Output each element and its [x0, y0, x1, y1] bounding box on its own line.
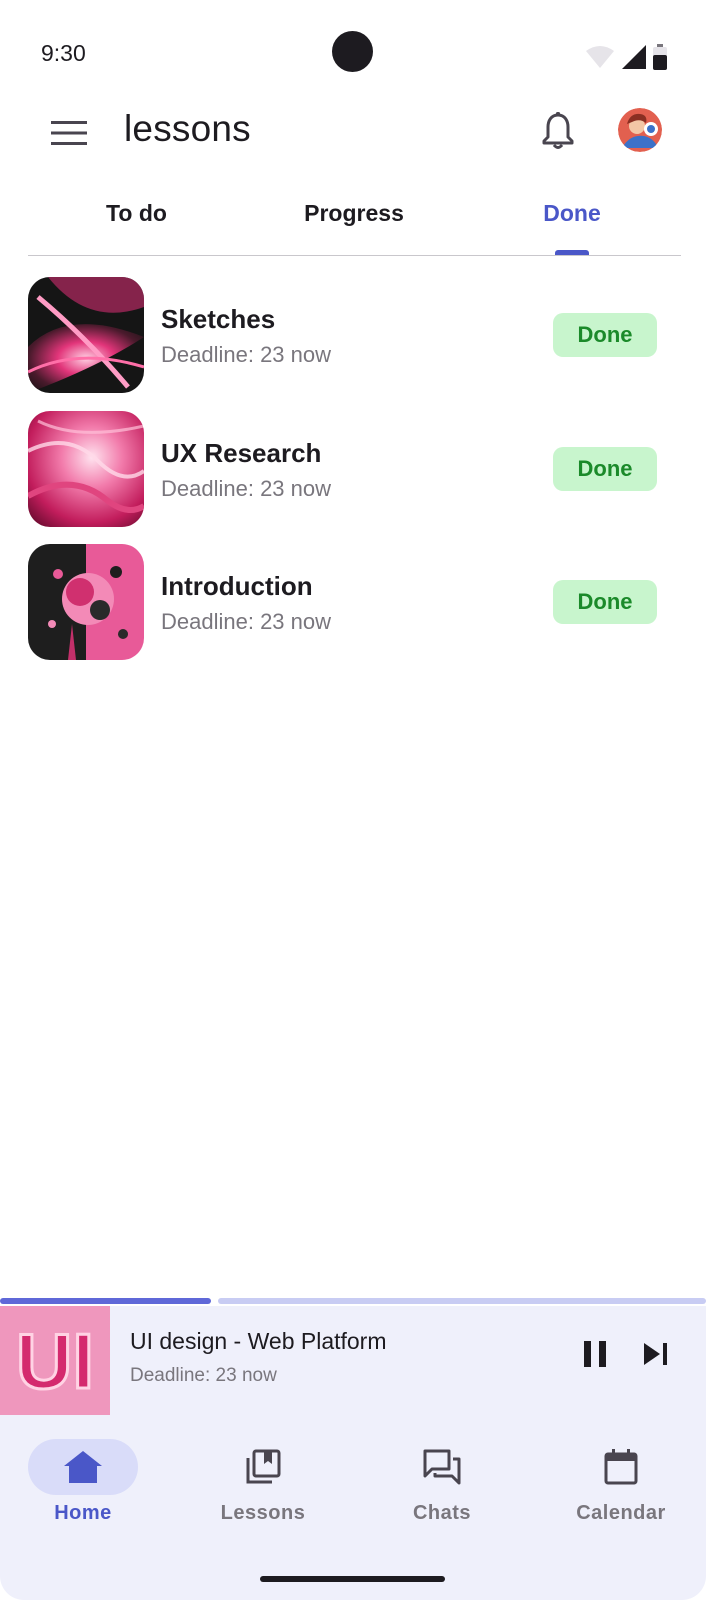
notifications-button[interactable]: [536, 108, 580, 154]
nav-item-home[interactable]: Home: [0, 1415, 171, 1535]
progress-track: [218, 1298, 706, 1304]
status-badge: Done: [553, 313, 657, 357]
player-deadline: Deadline: 23 now: [130, 1365, 277, 1386]
nav-item-lessons[interactable]: Lessons: [175, 1415, 351, 1535]
tab-to-do[interactable]: To do: [28, 190, 245, 254]
player-thumbnail: UI: [0, 1306, 110, 1416]
list-item[interactable]: UX Research Deadline: 23 now Done: [0, 410, 719, 544]
home-indicator[interactable]: [260, 1576, 445, 1582]
avatar[interactable]: [618, 108, 662, 152]
player-thumb-text: UI: [16, 1317, 94, 1405]
lesson-title: Sketches: [161, 304, 276, 334]
list-item[interactable]: Introduction Deadline: 23 now Done: [0, 543, 719, 677]
nav-pill: [208, 1439, 318, 1495]
home-icon: [64, 1451, 102, 1483]
lesson-thumbnail: [28, 544, 144, 660]
skip-next-icon: [644, 1343, 667, 1365]
menu-icon: [51, 121, 87, 145]
lesson-title: Introduction: [161, 571, 313, 601]
status-badge: Done: [553, 446, 657, 491]
active-tab-indicator: [555, 250, 589, 255]
tab-done[interactable]: Done: [463, 190, 681, 255]
lesson-thumbnail: [28, 410, 144, 527]
menu-button[interactable]: [46, 110, 92, 156]
nav-pill: [566, 1439, 676, 1495]
chat-icon: [423, 1449, 461, 1485]
bell-icon: [542, 112, 574, 149]
lesson-deadline: Deadline: 23 now: [161, 609, 332, 634]
library-icon: [246, 1449, 281, 1484]
signal-icon: [622, 45, 646, 69]
list-item[interactable]: Sketches Deadline: 23 now Done: [0, 276, 719, 410]
tab-label: Progress: [304, 200, 404, 226]
status-badge: Done: [553, 580, 657, 624]
tab-label: To do: [106, 200, 167, 226]
wifi-icon: [586, 46, 614, 68]
nav-pill: [387, 1439, 497, 1495]
tab-bar: To do Progress Done: [28, 190, 681, 256]
lesson-thumbnail: [28, 277, 144, 393]
camera-cutout: [332, 31, 373, 72]
player-title: UI design - Web Platform: [130, 1328, 387, 1354]
lesson-deadline: Deadline: 23 now: [161, 342, 332, 367]
lesson-list: Sketches Deadline: 23 now Done UX Resear…: [0, 276, 719, 677]
nav-label: Home: [54, 1502, 112, 1524]
nav-label: Lessons: [220, 1502, 306, 1524]
calendar-icon: [604, 1449, 638, 1485]
mini-player[interactable]: UI UI design - Web Platform Deadline: 23…: [0, 1306, 706, 1416]
nav-label: Chats: [412, 1502, 472, 1524]
lesson-deadline: Deadline: 23 now: [161, 475, 332, 501]
progress-fill: [0, 1298, 211, 1304]
status-bar: 9:30: [0, 0, 719, 100]
skip-next-button[interactable]: [638, 1336, 674, 1372]
status-time: 9:30: [41, 40, 86, 66]
bottom-navigation: Home Lessons Chats Calendar: [0, 1415, 706, 1600]
nav-item-calendar[interactable]: Calendar: [533, 1415, 709, 1535]
nav-item-chats[interactable]: Chats: [354, 1415, 530, 1535]
pause-icon: [584, 1341, 606, 1367]
pause-button[interactable]: [577, 1336, 613, 1372]
tab-label: Done: [543, 200, 601, 226]
nav-pill: [28, 1439, 138, 1495]
avatar-image: [618, 108, 662, 152]
app-bar: lessons: [0, 100, 719, 164]
lesson-title: UX Research: [161, 437, 322, 468]
nav-label: Calendar: [576, 1502, 666, 1524]
player-progress-bar[interactable]: [0, 1298, 706, 1305]
status-icons: [585, 44, 667, 70]
page-title: lessons: [124, 108, 251, 149]
tab-progress[interactable]: Progress: [245, 190, 463, 254]
battery-icon: [653, 44, 667, 70]
